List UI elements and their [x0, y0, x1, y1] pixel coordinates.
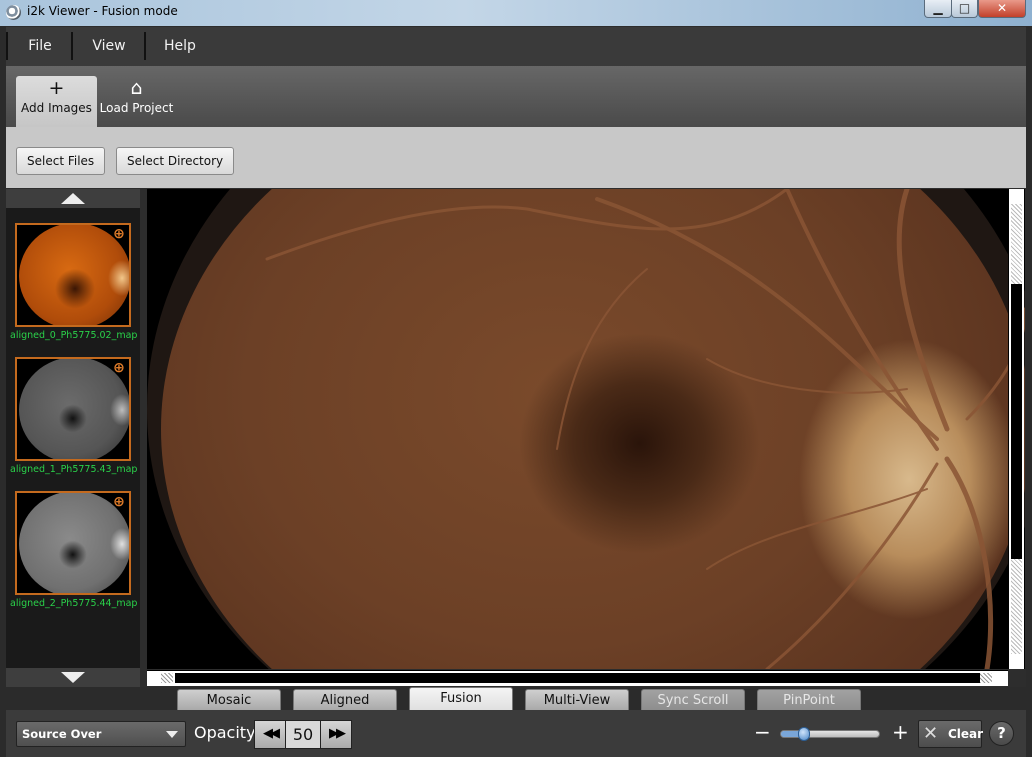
close-button[interactable]: ✕	[978, 0, 1026, 18]
load-project-button[interactable]: ⌂ Load Project	[96, 76, 177, 127]
thumbnail-label: aligned_1_Ph5775.43_map	[10, 464, 138, 475]
retinal-vessels	[265, 189, 1025, 669]
tab-sync-scroll: Sync Scroll	[641, 689, 745, 710]
clear-button[interactable]: ✕ Clear	[918, 720, 984, 748]
blend-mode-select[interactable]: Source Over	[16, 721, 186, 747]
add-to-view-icon[interactable]: ⊕	[112, 227, 126, 242]
thumbnail-label: aligned_0_Ph5775.02_map	[10, 330, 138, 341]
scroll-thumb[interactable]	[175, 673, 980, 683]
window-title: i2k Viewer - Fusion mode	[27, 4, 178, 18]
image-thumbnail[interactable]: ⊕	[15, 223, 131, 327]
menu-help[interactable]: Help	[146, 27, 214, 66]
add-images-button[interactable]: + Add Images	[16, 76, 97, 127]
menu-view[interactable]: View	[73, 27, 145, 66]
tab-mosaic[interactable]: Mosaic	[177, 689, 281, 710]
plus-icon: +	[48, 77, 65, 99]
tab-multi-view[interactable]: Multi-View	[525, 689, 629, 710]
select-directory-button[interactable]: Select Directory	[116, 147, 235, 175]
fusion-viewer[interactable]	[147, 189, 1025, 669]
menu-file[interactable]: File	[8, 27, 72, 66]
scroll-track	[161, 673, 173, 683]
tab-aligned[interactable]: Aligned	[293, 689, 397, 710]
image-list-panel: ⊕ aligned_0_Ph5775.02_map ⊕ aligned_1_Ph…	[6, 189, 140, 687]
maximize-button[interactable]: □	[951, 0, 978, 18]
question-icon: ?	[997, 724, 1006, 742]
opacity-label: Opacity	[194, 723, 256, 742]
close-icon: ✕	[923, 723, 939, 744]
arrow-down-icon	[61, 672, 85, 683]
opacity-increase-button[interactable]: ▶▶	[320, 720, 352, 749]
opacity-decrease-button[interactable]: ◀◀	[254, 720, 286, 749]
thumbnail-label: aligned_2_Ph5775.44_map	[10, 598, 138, 609]
scroll-thumb[interactable]	[1011, 284, 1022, 559]
blend-mode-value: Source Over	[22, 727, 102, 741]
add-to-view-icon[interactable]: ⊕	[112, 495, 126, 510]
add-to-view-icon[interactable]: ⊕	[112, 361, 126, 376]
zoom-slider[interactable]	[780, 727, 880, 741]
title-bar: i2k Viewer - Fusion mode ▁ □ ✕	[0, 0, 1032, 26]
vertical-scrollbar[interactable]	[1008, 189, 1024, 669]
add-images-label: Add Images	[21, 101, 92, 115]
load-project-label: Load Project	[99, 101, 174, 115]
arrow-up-icon	[61, 193, 85, 204]
add-images-panel: Select Files Select Directory	[6, 127, 1026, 188]
image-thumbnail[interactable]: ⊕	[15, 491, 131, 595]
chevron-down-icon	[166, 731, 178, 738]
clear-label: Clear	[948, 727, 984, 741]
scroll-down-button[interactable]	[6, 668, 140, 687]
minimize-button[interactable]: ▁	[924, 0, 952, 18]
scroll-track	[980, 673, 992, 683]
house-outline-icon: ⌂	[130, 77, 143, 99]
app-icon	[6, 5, 21, 20]
bottom-controls: Source Over Opacity ◀◀ 50 ▶▶ − + ✕ Clear…	[6, 710, 1026, 757]
opacity-value[interactable]: 50	[286, 720, 320, 749]
select-files-button[interactable]: Select Files	[16, 147, 106, 175]
horizontal-scrollbar[interactable]	[147, 670, 1008, 686]
help-button[interactable]: ?	[989, 721, 1014, 746]
image-thumbnail[interactable]: ⊕	[15, 357, 131, 461]
zoom-in-button[interactable]: +	[892, 720, 909, 744]
main-toolbar: + Add Images ⌂ Load Project	[6, 66, 1026, 127]
view-mode-tabs: Mosaic Aligned Fusion Multi-View Sync Sc…	[6, 687, 1026, 710]
rewind-icon: ◀◀	[263, 726, 280, 741]
zoom-out-button[interactable]: −	[754, 720, 771, 744]
tab-fusion[interactable]: Fusion	[409, 687, 513, 710]
tab-pinpoint: PinPoint	[757, 689, 861, 710]
fast-forward-icon: ▶▶	[329, 726, 346, 741]
zoom-slider-handle[interactable]	[798, 727, 810, 741]
scroll-up-button[interactable]	[6, 189, 140, 208]
menu-bar: File View Help	[6, 27, 1026, 67]
